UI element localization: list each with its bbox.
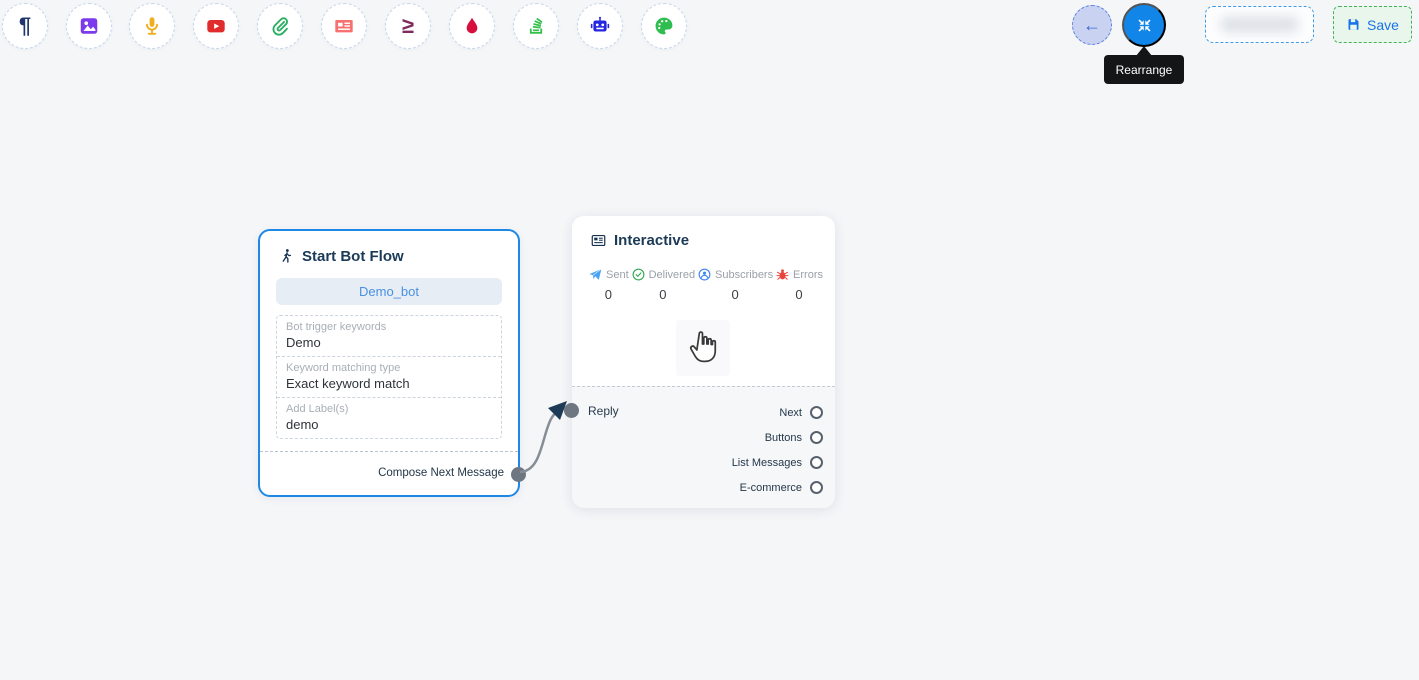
start-bot-flow-node[interactable]: Start Bot Flow Demo_bot Bot trigger keyw… bbox=[258, 229, 520, 497]
output-ecommerce[interactable]: E-commerce bbox=[732, 475, 823, 500]
interactive-node-ports: Reply Next Buttons List Messages E-comme… bbox=[572, 386, 835, 508]
output-next[interactable]: Next bbox=[732, 400, 823, 425]
blurred-content bbox=[1220, 16, 1299, 33]
stat-label: Errors bbox=[793, 269, 823, 281]
interactive-node-title: Interactive bbox=[614, 232, 689, 249]
save-button[interactable]: Save bbox=[1333, 6, 1412, 43]
droplet-icon bbox=[461, 15, 483, 37]
reply-input-port[interactable] bbox=[564, 403, 579, 418]
output-label: Next bbox=[779, 407, 802, 419]
newspaper-outline-icon bbox=[590, 232, 607, 249]
check-circle-icon bbox=[631, 267, 646, 282]
toolbar-video-button[interactable] bbox=[193, 3, 239, 49]
stat-sent: Sent 0 bbox=[588, 267, 629, 302]
stat-errors: Errors 0 bbox=[775, 267, 823, 302]
field-label: Bot trigger keywords bbox=[286, 321, 492, 333]
save-label: Save bbox=[1367, 17, 1399, 33]
output-port[interactable] bbox=[810, 481, 823, 494]
bot-name-button[interactable]: Demo_bot bbox=[276, 278, 502, 305]
output-label: E-commerce bbox=[740, 482, 802, 494]
start-node-header: Start Bot Flow bbox=[260, 231, 518, 266]
toolbar-condition-button[interactable]: ≥ bbox=[385, 3, 431, 49]
stack-icon bbox=[525, 15, 547, 37]
rearrange-button[interactable] bbox=[1122, 3, 1166, 47]
mouse-cursor bbox=[676, 320, 730, 376]
stat-label: Sent bbox=[606, 269, 629, 281]
stats-row: Sent 0 Delivered 0 bbox=[588, 267, 823, 302]
reply-label: Reply bbox=[588, 404, 619, 418]
output-list-messages[interactable]: List Messages bbox=[732, 450, 823, 475]
paperclip-icon bbox=[269, 15, 291, 37]
toolbar-image-button[interactable] bbox=[66, 3, 112, 49]
field-value: Demo bbox=[286, 335, 492, 350]
field-label: Keyword matching type bbox=[286, 362, 492, 374]
interactive-node-body: Interactive Sent 0 bbox=[572, 216, 835, 386]
toolbar-drip-button[interactable] bbox=[449, 3, 495, 49]
output-list: Next Buttons List Messages E-commerce bbox=[732, 400, 823, 500]
floppy-icon bbox=[1346, 17, 1361, 32]
paragraph-icon: ¶ bbox=[19, 15, 31, 37]
back-button[interactable]: ← bbox=[1072, 5, 1112, 45]
bug-icon bbox=[775, 267, 790, 282]
interactive-node-header: Interactive bbox=[572, 216, 835, 249]
image-icon bbox=[78, 15, 100, 37]
walking-person-icon bbox=[278, 247, 295, 266]
field-matching-type[interactable]: Keyword matching type Exact keyword matc… bbox=[277, 356, 501, 397]
start-node-title: Start Bot Flow bbox=[302, 248, 404, 265]
toolbar-theme-button[interactable] bbox=[641, 3, 687, 49]
compose-next-message-label: Compose Next Message bbox=[260, 452, 518, 494]
interactive-node[interactable]: Interactive Sent 0 bbox=[572, 216, 835, 508]
robot-icon bbox=[589, 15, 611, 37]
stat-value: 0 bbox=[631, 287, 695, 302]
field-value: demo bbox=[286, 417, 492, 432]
field-trigger-keywords[interactable]: Bot trigger keywords Demo bbox=[277, 316, 501, 356]
field-value: Exact keyword match bbox=[286, 376, 492, 391]
start-node-fields: Bot trigger keywords Demo Keyword matchi… bbox=[276, 315, 502, 439]
output-buttons[interactable]: Buttons bbox=[732, 425, 823, 450]
stat-value: 0 bbox=[588, 287, 629, 302]
blurred-button[interactable] bbox=[1205, 6, 1314, 43]
user-circle-icon bbox=[697, 267, 712, 282]
stat-label: Subscribers bbox=[715, 269, 773, 281]
start-node-output-port[interactable] bbox=[511, 467, 526, 482]
youtube-icon bbox=[205, 15, 227, 37]
stat-subscribers: Subscribers 0 bbox=[697, 267, 773, 302]
hand-pointer-icon bbox=[685, 328, 721, 368]
output-port[interactable] bbox=[810, 456, 823, 469]
field-label: Add Label(s) bbox=[286, 403, 492, 415]
compress-icon bbox=[1135, 16, 1154, 35]
field-add-labels[interactable]: Add Label(s) demo bbox=[277, 397, 501, 438]
microphone-icon bbox=[141, 15, 163, 37]
arrow-left-icon: ← bbox=[1083, 15, 1101, 36]
toolbar-card-button[interactable] bbox=[321, 3, 367, 49]
stat-value: 0 bbox=[697, 287, 773, 302]
paper-plane-icon bbox=[588, 267, 603, 282]
toolbar-attachment-button[interactable] bbox=[257, 3, 303, 49]
toolbar-paragraph-button[interactable]: ¶ bbox=[2, 3, 48, 49]
newspaper-icon bbox=[333, 15, 355, 37]
output-label: List Messages bbox=[732, 457, 802, 469]
stat-value: 0 bbox=[775, 287, 823, 302]
output-port[interactable] bbox=[810, 406, 823, 419]
greater-equal-icon: ≥ bbox=[402, 15, 414, 37]
stat-label: Delivered bbox=[649, 269, 695, 281]
toolbar-bot-button[interactable] bbox=[577, 3, 623, 49]
toolbar-sequence-button[interactable] bbox=[513, 3, 559, 49]
toolbar-audio-button[interactable] bbox=[129, 3, 175, 49]
palette-icon bbox=[653, 15, 675, 37]
output-port[interactable] bbox=[810, 431, 823, 444]
output-label: Buttons bbox=[765, 432, 802, 444]
rearrange-tooltip: Rearrange bbox=[1104, 55, 1184, 84]
stat-delivered: Delivered 0 bbox=[631, 267, 695, 302]
